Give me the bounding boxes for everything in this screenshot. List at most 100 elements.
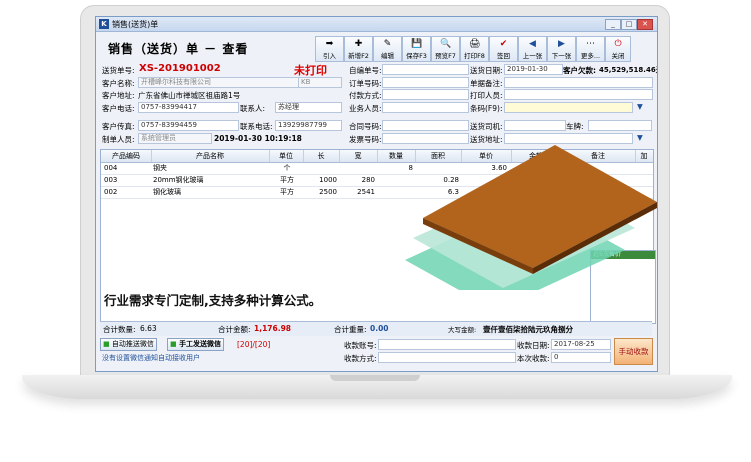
col-header[interactable]: 宽: [339, 150, 378, 162]
fax-label: 客户传真:: [102, 122, 135, 131]
barcode-label: 条码(F9):: [470, 104, 503, 113]
weight-label: 合计重量:: [334, 325, 367, 334]
amount-value: 1,176.98: [254, 324, 292, 333]
prev-button[interactable]: ◀ 上一张: [518, 36, 547, 62]
new-button[interactable]: ✚ 新增F2: [344, 36, 373, 62]
customer-input[interactable]: 开槽峰尔科技有限公司: [138, 77, 299, 88]
driver-label: 送货司机:: [470, 122, 503, 131]
print-button[interactable]: 🖨 打印F8: [460, 36, 489, 62]
col-header[interactable]: 产品名称: [151, 150, 270, 162]
address-value: 广东省佛山市禅城区祖庙路1号: [138, 91, 241, 100]
laptop-notch: [330, 375, 420, 381]
wechat-count: [20]/[20]: [237, 340, 271, 349]
self-no-label: 自编单号:: [349, 66, 382, 75]
expand-arrow-icon[interactable]: ▼: [637, 102, 643, 111]
printer-label: 打印人员:: [470, 91, 503, 100]
pay-label: 付款方式:: [349, 91, 382, 100]
next-button[interactable]: ▶ 下一张: [547, 36, 576, 62]
method-select[interactable]: [378, 352, 516, 363]
close-window-button[interactable]: ✕: [637, 19, 653, 30]
date-input[interactable]: 2019-01-30: [504, 64, 563, 75]
manual-receive-button[interactable]: 手动收款: [614, 338, 653, 365]
qty-label: 合计数量:: [103, 325, 136, 334]
date-label: 送货日期:: [470, 66, 503, 75]
contact-label: 联系人:: [240, 104, 266, 113]
arrow-left-icon: ◀: [529, 39, 536, 49]
amount-label: 合计金额:: [218, 325, 251, 334]
totals-bar: 合计数量: 6.63 合计金额: 1,176.98 合计重量: 0.00 大写金…: [100, 321, 652, 336]
maker-input: 系统管理员: [138, 133, 212, 144]
driver-select[interactable]: [504, 120, 566, 131]
self-no-input[interactable]: [382, 64, 469, 75]
order-no-label: 送货单号:: [102, 66, 135, 75]
add-icon: ✚: [354, 39, 363, 49]
pay-select[interactable]: [382, 89, 469, 100]
save-icon: 💾: [411, 39, 423, 49]
upper-amount-value: 壹仟壹佰柒拾陆元玖角捌分: [483, 325, 573, 334]
edit-button[interactable]: ✎ 编辑: [373, 36, 402, 62]
maker-label: 制单人员:: [102, 135, 135, 144]
order-no-value: XS-201901002: [139, 63, 221, 74]
maximize-button[interactable]: □: [621, 19, 637, 30]
edit-icon: ✎: [383, 39, 392, 49]
upper-amount-label: 大写金额:: [448, 326, 477, 334]
weight-value: 0.00: [370, 324, 389, 333]
order-code-label: 订单号码:: [349, 79, 382, 88]
wechat-icon: ■: [170, 340, 177, 348]
contact-phone-input[interactable]: 13929987799: [275, 120, 342, 131]
printer-input[interactable]: [504, 89, 653, 100]
glass-panes-illustration: [405, 145, 657, 290]
contract-input[interactable]: [382, 120, 469, 131]
contact-phone-label: 联系电话:: [240, 122, 273, 131]
address-label: 客户地址:: [102, 91, 135, 100]
note-input[interactable]: [504, 77, 653, 88]
app-logo-icon: K: [99, 19, 109, 29]
method-label: 收款方式:: [344, 354, 377, 363]
car-select[interactable]: [588, 120, 652, 131]
recv-date-label: 收款日期:: [517, 341, 550, 350]
barcode-input[interactable]: [504, 102, 633, 113]
fax-input[interactable]: 0757-83994459: [138, 120, 239, 131]
phone-label: 客户电话:: [102, 104, 135, 113]
this-recv-label: 本次收款:: [517, 354, 550, 363]
qty-value: 6.63: [140, 324, 157, 333]
form-title: 销售（送货）单 － 查看: [108, 42, 249, 56]
col-header[interactable]: 单位: [269, 150, 304, 162]
sales-select[interactable]: [382, 102, 469, 113]
title-bar: K 销售(送货)单 _ □ ✕: [96, 17, 657, 32]
auto-wechat-button[interactable]: ■ 自动推送微信: [100, 338, 157, 351]
manual-wechat-button[interactable]: ■ 手工发送微信: [167, 338, 225, 351]
sales-label: 业务人员:: [349, 104, 382, 113]
customer-code-input[interactable]: KB: [298, 77, 342, 88]
import-button[interactable]: ➡ 引入: [315, 36, 344, 62]
car-label: 车牌:: [566, 122, 584, 131]
close-button[interactable]: ⏻ 关闭: [605, 36, 631, 62]
customer-label: 客户名称:: [102, 79, 135, 88]
save-button[interactable]: 💾 保存F3: [402, 36, 431, 62]
printer-icon: 🖨: [469, 39, 481, 49]
preview-button[interactable]: 🔍 预览F7: [431, 36, 460, 62]
feature-slogan: 行业需求专门定制,支持多种计算公式。: [104, 293, 322, 308]
recv-date-input[interactable]: 2017-08-25: [551, 339, 611, 350]
col-header[interactable]: 产品编码: [101, 150, 152, 162]
contract-label: 合同号码:: [349, 122, 382, 131]
more-button[interactable]: ⋯ 更多...: [576, 36, 605, 62]
check-icon: ✔: [499, 39, 508, 49]
preview-icon: 🔍: [440, 39, 452, 49]
contact-input[interactable]: 苏经理: [275, 102, 342, 113]
minimize-button[interactable]: _: [605, 19, 621, 30]
note-label: 单据备注:: [470, 79, 503, 88]
account-select[interactable]: [378, 339, 516, 350]
sign-back-button[interactable]: ✔ 签回: [489, 36, 518, 62]
arrow-right-icon: ▶: [558, 39, 565, 49]
more-icon: ⋯: [586, 39, 595, 49]
payment-area: ■ 自动推送微信 ■ 手工发送微信 [20]/[20] 没有设置微信通知自动接收…: [100, 337, 652, 369]
invoice-label: 发票号码:: [349, 135, 382, 144]
col-header[interactable]: 长: [303, 150, 340, 162]
this-recv-input[interactable]: 0: [551, 352, 611, 363]
wechat-hint[interactable]: 没有设置微信通知自动接收用户: [102, 353, 200, 363]
power-icon: ⏻: [614, 39, 622, 49]
debt-label: 客户欠款:: [563, 66, 596, 75]
order-code-input[interactable]: [382, 77, 469, 88]
phone-input[interactable]: 0757-83994417: [138, 102, 239, 113]
